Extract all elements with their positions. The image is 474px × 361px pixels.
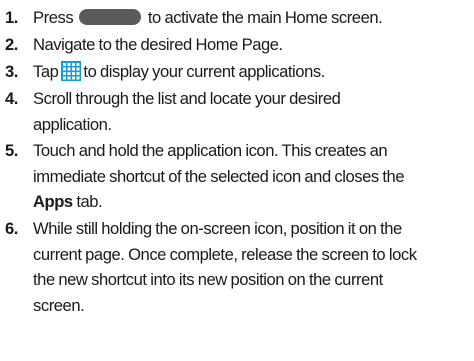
step-text-after: to display your current applications. xyxy=(83,62,325,81)
step-text: While still holding the on-screen icon, … xyxy=(33,216,471,318)
step-text: Press to activate the main Home screen. xyxy=(33,5,471,31)
step-number: 6. xyxy=(5,219,18,238)
step-text: Scroll through the list and locate your … xyxy=(33,86,471,137)
apps-tab-label: Apps xyxy=(33,192,73,211)
step-line: current page. Once complete, release the… xyxy=(33,244,417,264)
step-number: 1. xyxy=(5,8,18,27)
instruction-document: 1. Press to activate the main Home scree… xyxy=(0,0,474,361)
step-line: While still holding the on-screen icon, … xyxy=(33,219,402,238)
step-line: the new shortcut into its new position o… xyxy=(33,270,383,289)
step-line: Apps tab. xyxy=(33,189,471,215)
home-key-icon xyxy=(79,9,142,25)
apps-grid-icon xyxy=(61,61,82,81)
step-number: 3. xyxy=(5,62,18,81)
step-number: 4. xyxy=(5,89,18,108)
step-text: Touch and hold the application icon. Thi… xyxy=(33,138,471,215)
step-text-before: Tap xyxy=(33,62,59,81)
step-text: Tap to display your current applications… xyxy=(33,59,471,85)
step-line: screen. xyxy=(33,295,85,315)
step-line: application. xyxy=(33,114,112,134)
step-text: Navigate to the desired Home Page. xyxy=(33,35,283,54)
step-number: 5. xyxy=(5,141,18,160)
step-text-before: Press xyxy=(33,8,74,27)
step-line: immediate shortcut of the selected icon … xyxy=(33,166,405,186)
step-line: Scroll through the list and locate your … xyxy=(33,89,341,108)
step-line: Touch and hold the application icon. Thi… xyxy=(33,141,388,160)
step-number: 2. xyxy=(5,35,18,54)
step-line-rest: tab. xyxy=(72,192,103,211)
step-text-after: to activate the main Home screen. xyxy=(147,8,383,27)
